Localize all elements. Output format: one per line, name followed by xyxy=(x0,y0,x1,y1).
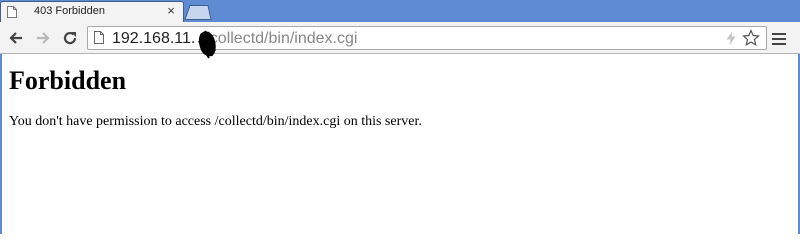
bolt-icon xyxy=(726,31,736,46)
page-title: Forbidden xyxy=(9,66,127,95)
forward-button[interactable] xyxy=(33,28,53,48)
tab-title: 403 Forbidden xyxy=(34,5,105,17)
new-tab-button[interactable] xyxy=(183,4,213,20)
tab-active[interactable]: 403 Forbidden × xyxy=(0,1,184,22)
back-arrow-icon xyxy=(9,32,22,44)
browser-titlebar: 403 Forbidden × xyxy=(0,0,800,22)
url-path: /collectd/bin/index.cgi xyxy=(205,30,358,47)
url-host: 192.168.11. xyxy=(112,30,196,47)
url-text[interactable]: 192.168.11. /collectd/bin/index.cgi xyxy=(112,29,357,48)
error-message: You don't have permission to access /col… xyxy=(9,114,422,129)
reload-button[interactable] xyxy=(60,28,80,48)
page-icon xyxy=(7,6,17,18)
reload-icon xyxy=(63,31,77,45)
hamburger-menu-icon[interactable] xyxy=(770,30,788,46)
address-bar[interactable]: 192.168.11. /collectd/bin/index.cgi xyxy=(87,26,767,50)
back-button[interactable] xyxy=(6,28,26,48)
tab-close-icon[interactable]: × xyxy=(164,4,178,18)
page-content: Forbidden You don't have permission to a… xyxy=(0,54,800,234)
browser-toolbar: 192.168.11. /collectd/bin/index.cgi xyxy=(0,22,800,54)
forward-arrow-icon xyxy=(37,32,50,44)
page-icon xyxy=(94,31,104,44)
star-icon[interactable] xyxy=(742,29,760,47)
